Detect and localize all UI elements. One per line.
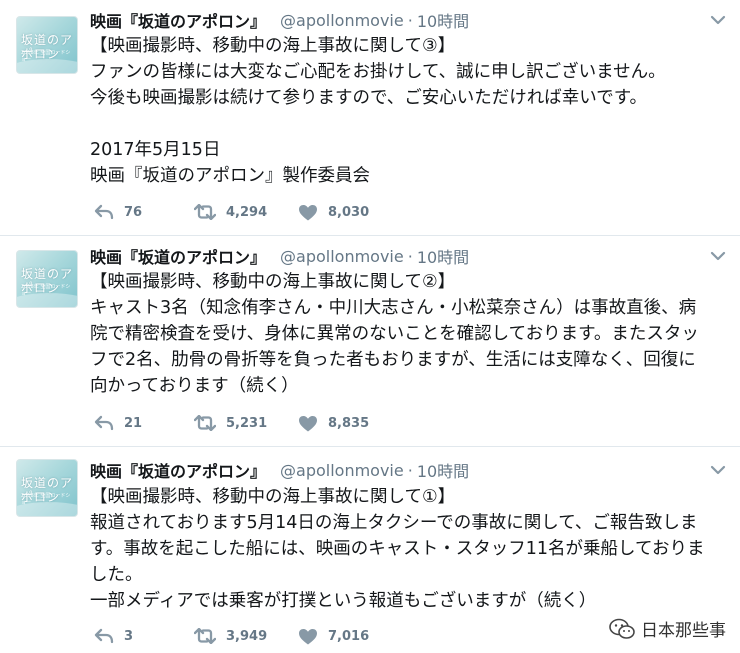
display-name[interactable]: 映画『坂道のアポロン』 bbox=[90, 8, 266, 32]
tweet-line: 2017年5月15日 bbox=[90, 140, 221, 160]
reply-button[interactable]: 3 bbox=[94, 628, 194, 644]
tweet-1[interactable]: 坂道のアポロン 2018年 全国ロードショー 映画『坂道のアポロン』 @apol… bbox=[0, 0, 740, 236]
tweet-line-blank bbox=[90, 111, 730, 137]
wechat-icon bbox=[609, 618, 635, 639]
reply-icon bbox=[94, 204, 114, 220]
retweet-icon bbox=[194, 628, 216, 644]
display-name[interactable]: 映画『坂道のアポロン』 bbox=[90, 458, 266, 482]
chevron-down-icon[interactable] bbox=[710, 464, 726, 476]
tweet-line: キャスト3名（知念侑李さん・中川大志さん・小松菜奈さん）は事故直後、病 bbox=[90, 298, 697, 318]
tweet-line: す。事故を起こした船には、映画のキャスト・スタッフ11名が乗船しておりま bbox=[90, 539, 705, 559]
tweet-header: 映画『坂道のアポロン』 @apollonmovie · 10時間 bbox=[90, 244, 469, 268]
tweet-line: 【映画撮影時、移動中の海上事故に関して②】 bbox=[90, 272, 456, 292]
retweet-count: 5,231 bbox=[226, 415, 268, 431]
like-button[interactable]: 8,835 bbox=[298, 415, 398, 432]
retweet-count: 3,949 bbox=[226, 628, 268, 644]
timestamp[interactable]: 10時間 bbox=[417, 458, 469, 482]
tweet-text: 【映画撮影時、移動中の海上事故に関して③】 ファンの皆様には大変なご心配をお掛け… bbox=[90, 33, 730, 189]
tweet-text: 【映画撮影時、移動中の海上事故に関して②】 キャスト3名（知念侑李さん・中川大志… bbox=[90, 269, 730, 399]
reply-button[interactable]: 76 bbox=[94, 204, 194, 220]
tweet-line: 【映画撮影時、移動中の海上事故に関して③】 bbox=[90, 36, 456, 56]
reply-count: 3 bbox=[124, 628, 134, 644]
tweet-actions: 76 4,294 8,030 bbox=[94, 200, 398, 224]
avatar[interactable]: 坂道のアポロン 2018年 全国ロードショー bbox=[16, 250, 78, 308]
handle[interactable]: @apollonmovie bbox=[280, 461, 404, 480]
like-button[interactable]: 7,016 bbox=[298, 628, 398, 645]
like-icon bbox=[299, 204, 317, 220]
handle[interactable]: @apollonmovie bbox=[280, 247, 404, 266]
tweet-line: 一部メディアでは乗客が打撲という報道もございますが（続く） bbox=[90, 591, 597, 611]
tweet-line: 【映画撮影時、移動中の海上事故に関して①】 bbox=[90, 487, 456, 507]
reply-icon bbox=[94, 628, 114, 644]
reply-button[interactable]: 21 bbox=[94, 415, 194, 431]
retweet-icon bbox=[194, 415, 216, 431]
avatar[interactable]: 坂道のアポロン 2018年 全国ロードショー bbox=[16, 459, 78, 517]
tweet-line: ファンの皆様には大変なご心配をお掛けして、誠に申し訳ございません。 bbox=[90, 62, 666, 82]
like-icon bbox=[299, 415, 317, 431]
chevron-down-icon[interactable] bbox=[710, 250, 726, 262]
retweet-button[interactable]: 4,294 bbox=[194, 204, 298, 220]
like-count: 7,016 bbox=[328, 628, 370, 644]
like-icon bbox=[299, 628, 317, 644]
tweet-line: 映画『坂道のアポロン』製作委員会 bbox=[90, 166, 370, 186]
retweet-button[interactable]: 3,949 bbox=[194, 628, 298, 644]
reply-count: 21 bbox=[124, 415, 143, 431]
reply-icon bbox=[94, 415, 114, 431]
avatar[interactable]: 坂道のアポロン 2018年 全国ロードショー bbox=[16, 16, 78, 74]
separator: · bbox=[407, 10, 413, 30]
tweet-header: 映画『坂道のアポロン』 @apollonmovie · 10時間 bbox=[90, 8, 469, 32]
avatar-subtitle: 2018年 全国ロードショー bbox=[21, 284, 71, 297]
watermark-text: 日本那些事 bbox=[641, 621, 726, 641]
avatar-subtitle: 2018年 全国ロードショー bbox=[21, 493, 71, 506]
tweet-line: した。 bbox=[90, 565, 143, 585]
tweet-line: 報道されております5月14日の海上タクシーでの事故に関して、ご報告致しま bbox=[90, 513, 698, 533]
tweet-2[interactable]: 坂道のアポロン 2018年 全国ロードショー 映画『坂道のアポロン』 @apol… bbox=[0, 236, 740, 447]
retweet-icon bbox=[194, 204, 216, 220]
avatar-subtitle: 2018年 全国ロードショー bbox=[21, 50, 71, 63]
retweet-count: 4,294 bbox=[226, 204, 268, 220]
separator: · bbox=[407, 246, 413, 266]
like-button[interactable]: 8,030 bbox=[298, 204, 398, 221]
timestamp[interactable]: 10時間 bbox=[417, 8, 469, 32]
timestamp[interactable]: 10時間 bbox=[417, 244, 469, 268]
handle[interactable]: @apollonmovie bbox=[280, 11, 404, 30]
tweet-actions: 21 5,231 8,835 bbox=[94, 411, 398, 435]
reply-count: 76 bbox=[124, 204, 143, 220]
display-name[interactable]: 映画『坂道のアポロン』 bbox=[90, 244, 266, 268]
tweet-header: 映画『坂道のアポロン』 @apollonmovie · 10時間 bbox=[90, 458, 469, 482]
retweet-button[interactable]: 5,231 bbox=[194, 415, 298, 431]
tweet-text: 【映画撮影時、移動中の海上事故に関して①】 報道されております5月14日の海上タ… bbox=[90, 484, 730, 614]
chevron-down-icon[interactable] bbox=[710, 14, 726, 26]
tweet-line: 今後も映画撮影は続けて参りますので、ご安心いただければ幸いです。 bbox=[90, 88, 648, 108]
tweet-actions: 3 3,949 7,016 bbox=[94, 624, 398, 648]
tweet-line: 院で精密検査を受け、身体に異常のないことを確認しております。またスタッ bbox=[90, 324, 699, 344]
like-count: 8,030 bbox=[328, 204, 370, 220]
tweet-line: フで2名、肋骨の骨折等を負った者もおりますが、生活には支障なく、回復に bbox=[90, 350, 696, 370]
like-count: 8,835 bbox=[328, 415, 370, 431]
separator: · bbox=[407, 460, 413, 480]
tweet-line: 向かっております（続く） bbox=[90, 376, 299, 396]
watermark: 日本那些事 bbox=[609, 616, 726, 641]
